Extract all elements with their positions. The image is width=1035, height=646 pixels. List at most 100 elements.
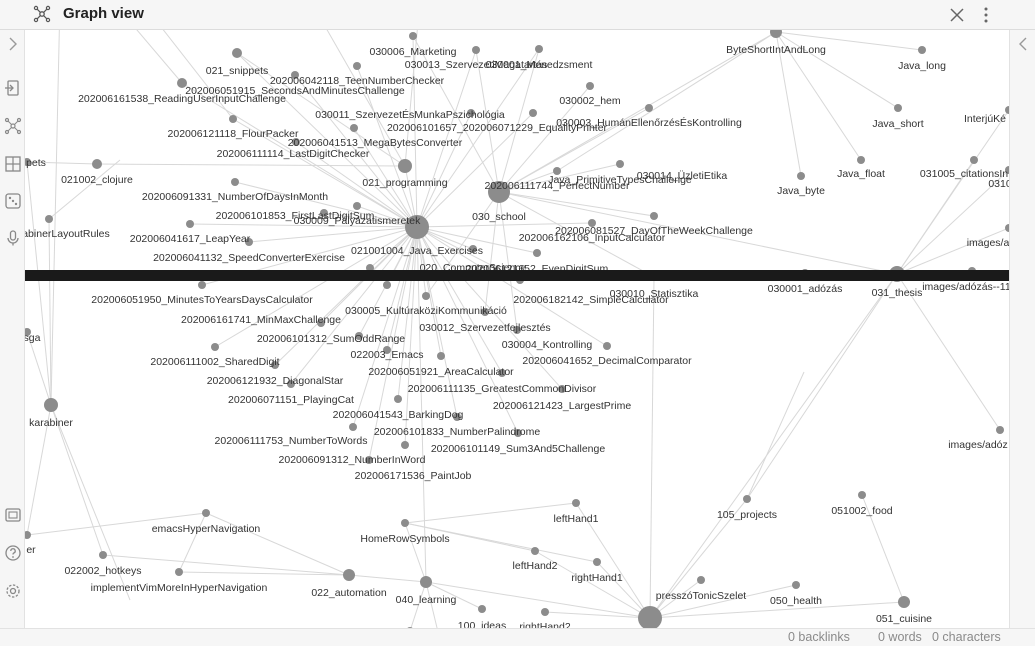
graph-node-label[interactable]: 030002_hem: [559, 95, 621, 107]
graph-node[interactable]: [398, 159, 412, 173]
graph-node-label[interactable]: images/adóz: [948, 439, 1008, 451]
graph-node[interactable]: [616, 160, 624, 168]
graph-node-label[interactable]: 051_cuisine: [876, 613, 932, 625]
graph-node-label[interactable]: 202006161538_ReadingUserInputChallenge: [78, 93, 286, 105]
graph-node[interactable]: [175, 568, 183, 576]
graph-node-label[interactable]: 021_snippets: [206, 65, 268, 77]
graph-node-label[interactable]: 202006091331_NumberOfDaysInMonth: [142, 191, 328, 203]
graph-node-label[interactable]: 202006051950_MinutesToYearsDaysCalculato…: [91, 294, 313, 306]
graph-node[interactable]: [918, 46, 926, 54]
graph-node-label[interactable]: 030009_Pályázatismeretek: [294, 215, 421, 227]
graph-node[interactable]: [770, 30, 782, 38]
graph-node[interactable]: [650, 212, 658, 220]
graph-node-label[interactable]: 021002_clojure: [61, 174, 133, 186]
graph-node-label[interactable]: 031_thesis: [872, 287, 923, 299]
grid-icon[interactable]: [4, 155, 22, 173]
dice-icon[interactable]: [4, 192, 22, 210]
graph-node[interactable]: [353, 62, 361, 70]
graph-node[interactable]: [353, 202, 361, 210]
graph-node[interactable]: [229, 115, 237, 123]
graph-node-label[interactable]: Java_float: [837, 168, 885, 180]
graph-node-label[interactable]: implementVimMoreInHyperNavigation: [91, 582, 268, 594]
graph-node-label[interactable]: 202006041617_LeapYear: [130, 233, 251, 245]
graph-node-label[interactable]: 030001_adózás: [768, 283, 843, 295]
graph-node-label[interactable]: 030011_SzervezetÉsMunkaPszichológia: [315, 108, 505, 121]
graph-node-label[interactable]: 202006091312_NumberInWord: [279, 454, 426, 466]
graph-node-label[interactable]: 202006101657_202006071229_EqualityPrinte…: [387, 122, 608, 134]
graph-node[interactable]: [25, 531, 31, 539]
graph-node[interactable]: [472, 46, 480, 54]
graph-node-label[interactable]: 202006101312_SumOddRange: [257, 333, 405, 345]
graph-node-label[interactable]: 202006182142_SimpleCalculator: [513, 294, 669, 306]
graph-node-label[interactable]: 030001_Menedzsment: [486, 59, 593, 71]
graph-node[interactable]: [211, 343, 219, 351]
graph-node-label[interactable]: Java_long: [898, 60, 946, 72]
graph-node-label[interactable]: 202006111135_GreatestCommonDivisor: [408, 383, 597, 395]
graph-node-label[interactable]: 202006041543_BarkingDog: [333, 409, 464, 421]
graph-node[interactable]: [92, 159, 102, 169]
graph-node-label[interactable]: 202006162106_InputCalculator: [519, 232, 666, 244]
graph-node-label[interactable]: 021_programming: [362, 177, 447, 189]
graph-node-label[interactable]: 051002_food: [831, 505, 892, 517]
graph-node-label[interactable]: 202006161741_MinMaxChallenge: [181, 314, 341, 326]
graph-node-label[interactable]: 030012_Szervezetfejlesztés: [419, 322, 550, 334]
graph-node[interactable]: [533, 249, 541, 257]
graph-node-label[interactable]: emacsHyperNavigation: [152, 523, 261, 535]
graph-node[interactable]: [898, 596, 910, 608]
graph-node[interactable]: [529, 109, 537, 117]
graph-node-label[interactable]: karabiner: [29, 417, 73, 429]
graph-node[interactable]: [645, 104, 653, 112]
graph-node-label[interactable]: 202006111002_SharedDigit: [150, 356, 279, 368]
graph-node-label[interactable]: 030004_Kontrolling: [502, 339, 593, 351]
graph-node[interactable]: [401, 441, 409, 449]
graph-node[interactable]: [792, 581, 800, 589]
graph-node-label[interactable]: presszóTonicSzelet: [656, 590, 747, 602]
graph-node[interactable]: [996, 426, 1004, 434]
graph-node-label[interactable]: leftHand1: [554, 513, 599, 525]
graph-node-label[interactable]: ByteShortIntAndLong: [726, 44, 826, 56]
graph-node-label[interactable]: 202006041132_SpeedConverterExercise: [153, 252, 345, 264]
graph-node[interactable]: [422, 292, 430, 300]
graph-node-label[interactable]: rightHand2: [519, 621, 571, 628]
graph-node-label[interactable]: sga: [25, 332, 41, 344]
graph-node[interactable]: [409, 32, 417, 40]
graph-node[interactable]: [541, 608, 549, 616]
graph-node[interactable]: [894, 104, 902, 112]
graph-node-label[interactable]: 202006111744_PerfectNumber: [485, 180, 630, 192]
graph-node[interactable]: [531, 547, 539, 555]
graph-node[interactable]: [343, 569, 355, 581]
graph-node-label[interactable]: 202006111753_NumberToWords: [215, 435, 368, 447]
graph-node[interactable]: [572, 499, 580, 507]
file-import-icon[interactable]: [4, 79, 22, 97]
graph-node-label[interactable]: images/a: [967, 237, 1009, 249]
graph-node-label[interactable]: 0310: [988, 178, 1009, 190]
graph-icon[interactable]: [4, 117, 22, 135]
graph-node[interactable]: [45, 215, 53, 223]
graph-node[interactable]: [383, 281, 391, 289]
microphone-icon[interactable]: [4, 229, 22, 247]
graph-node[interactable]: [99, 551, 107, 559]
graph-svg[interactable]: 021_snippets030006_Marketing030013_Szerv…: [25, 30, 1009, 628]
graph-node-label[interactable]: 202006121423_LargestPrime: [493, 400, 632, 412]
graph-node-label[interactable]: 050_health: [770, 595, 822, 607]
graph-node-label[interactable]: 202006121932_DiagonalStar: [207, 375, 344, 387]
graph-node-label[interactable]: rightHand1: [571, 572, 623, 584]
graph-node[interactable]: [394, 395, 402, 403]
graph-node[interactable]: [857, 156, 865, 164]
graph-node[interactable]: [697, 576, 705, 584]
graph-node-label[interactable]: 030014_ÜzletiEtika: [637, 170, 728, 182]
graph-node-label[interactable]: Java_byte: [777, 185, 825, 197]
graph-node[interactable]: [231, 178, 239, 186]
help-icon[interactable]: [4, 544, 22, 562]
graph-node[interactable]: [202, 509, 210, 517]
graph-node-label[interactable]: 105_projects: [717, 509, 777, 521]
chevron-right-icon[interactable]: [4, 35, 22, 53]
graph-node-label[interactable]: 030_school: [472, 211, 526, 223]
graph-node[interactable]: [593, 558, 601, 566]
graph-node[interactable]: [401, 519, 409, 527]
more-vertical-icon[interactable]: [978, 6, 994, 24]
graph-node-label[interactable]: 202006051921_AreaCalculator: [368, 366, 514, 378]
graph-node[interactable]: [586, 82, 594, 90]
graph-node[interactable]: [603, 342, 611, 350]
graph-node[interactable]: [186, 220, 194, 228]
